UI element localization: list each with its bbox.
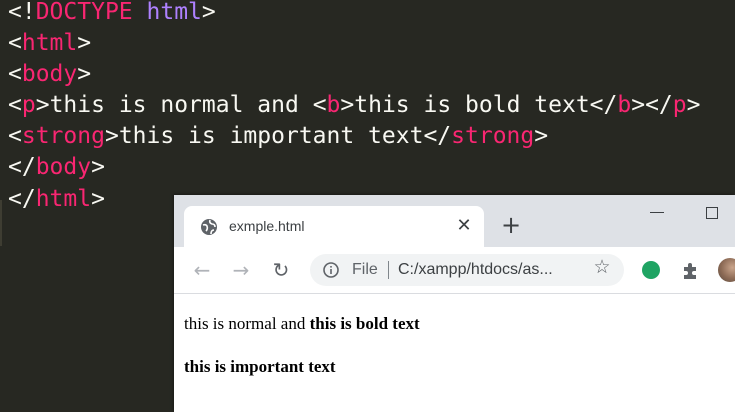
code-token: > — [91, 154, 105, 180]
url-separator — [388, 261, 389, 279]
new-tab-button[interactable]: + — [500, 213, 522, 237]
code-line-doctype: <!DOCTYPE html> — [8, 0, 216, 28]
code-token-tag: html — [21, 30, 78, 56]
code-token-text: this is bold text — [354, 92, 590, 118]
code-token-tag: body — [21, 61, 78, 87]
tab-strip: exmple.html ✕ + — [174, 195, 735, 247]
puzzle-icon[interactable] — [680, 259, 702, 281]
code-token: > — [77, 30, 92, 56]
code-token-tag: p — [672, 92, 687, 118]
code-token: > — [77, 61, 92, 87]
code-token: </ — [8, 154, 36, 180]
url-text[interactable]: C:/xampp/htdocs/as... — [398, 254, 553, 286]
url-scheme: File — [352, 261, 378, 278]
code-token-tag: strong — [21, 123, 105, 149]
tab-title: exmple.html — [229, 218, 305, 234]
code-token: > — [340, 92, 355, 118]
code-token-tag: p — [21, 92, 36, 118]
code-token: < — [8, 61, 22, 87]
important-text: this is important text — [184, 357, 336, 376]
code-line-body-close: </body> — [8, 152, 105, 183]
code-token: </ — [8, 186, 36, 212]
extension-green-icon[interactable] — [642, 261, 660, 279]
code-token-tag: html — [35, 186, 92, 212]
bold-text: this is bold text — [309, 314, 420, 333]
minimize-button[interactable] — [650, 212, 664, 213]
maximize-button[interactable] — [706, 207, 718, 219]
tab-exmple[interactable]: exmple.html ✕ — [184, 206, 484, 247]
code-line-html-close: </html> — [8, 184, 105, 215]
code-token: < — [8, 123, 22, 149]
code-token: > — [686, 92, 701, 118]
code-token-text: this is important text — [118, 123, 424, 149]
paragraph: this is normal and this is bold text — [184, 314, 420, 334]
code-token: > — [104, 123, 119, 149]
code-token: < — [8, 30, 22, 56]
globe-icon — [201, 219, 217, 235]
address-bar[interactable]: File C:/xampp/htdocs/as... — [310, 254, 624, 286]
code-token-tag: b — [617, 92, 632, 118]
back-button[interactable]: ← — [190, 258, 214, 282]
code-token: < — [8, 92, 22, 118]
normal-text: this is normal and — [184, 314, 310, 333]
forward-button[interactable]: → — [229, 258, 253, 282]
code-token: </ — [423, 123, 452, 149]
close-tab-icon[interactable]: ✕ — [454, 216, 474, 236]
code-token: > — [201, 0, 216, 25]
code-token: > — [91, 186, 105, 212]
reload-button[interactable]: ↻ — [269, 258, 293, 282]
code-line-html-open: <html> — [8, 28, 91, 59]
browser-window: exmple.html ✕ + ← → ↻ File C:/xampp/htdo… — [174, 195, 735, 412]
code-token: </ — [589, 92, 618, 118]
bookmark-star-icon[interactable]: ☆ — [592, 257, 612, 277]
code-token-tag: body — [35, 154, 92, 180]
code-token-keyword: DOCTYPE — [35, 0, 133, 25]
code-token-tag: b — [326, 92, 341, 118]
code-token-tag: strong — [451, 123, 535, 149]
code-token-text: this is normal and — [49, 92, 313, 118]
code-token: > — [35, 92, 50, 118]
code-line-body-open: <body> — [8, 59, 91, 90]
code-token: <! — [8, 0, 36, 25]
avatar[interactable] — [718, 258, 735, 282]
code-token: > — [534, 123, 549, 149]
code-token-attr: html — [146, 0, 202, 25]
editor-gutter-marker — [0, 200, 2, 246]
code-token: ></ — [631, 92, 673, 118]
code-line-paragraph: <p>this is normal and <b>this is bold te… — [8, 90, 701, 121]
code-line-strong: <strong>this is important text</strong> — [8, 121, 548, 152]
code-token: < — [312, 92, 327, 118]
info-icon[interactable] — [323, 262, 339, 278]
page-content: this is normal and this is bold text thi… — [174, 294, 735, 412]
